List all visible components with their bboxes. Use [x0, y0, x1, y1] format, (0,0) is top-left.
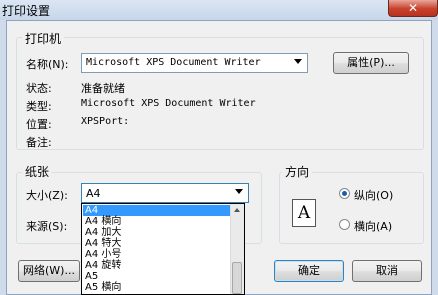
- paper-size-value: A4: [86, 187, 101, 200]
- status-value: 准备就绪: [81, 82, 125, 95]
- network-button[interactable]: 网络(W)...: [18, 260, 80, 282]
- cancel-button-label: 取消: [376, 264, 398, 277]
- paper-size-label: 大小(Z):: [26, 189, 68, 202]
- dropdown-option[interactable]: A4 特大: [83, 238, 233, 249]
- dropdown-option[interactable]: A4 小号: [83, 249, 233, 260]
- chevron-down-icon[interactable]: [235, 189, 243, 194]
- ok-button[interactable]: 确定: [274, 260, 344, 282]
- close-button[interactable]: ✕: [388, 0, 438, 17]
- cancel-button[interactable]: 取消: [352, 260, 422, 282]
- properties-button-label: 属性(P)...: [347, 56, 395, 69]
- paper-size-select[interactable]: A4: [81, 183, 249, 203]
- printer-name-value: Microsoft XPS Document Writer: [86, 57, 261, 68]
- paper-group-label: 纸张: [22, 163, 53, 180]
- landscape-radio[interactable]: [339, 219, 350, 230]
- dropdown-option[interactable]: A4 横向: [83, 216, 233, 227]
- chevron-down-icon[interactable]: [294, 59, 302, 64]
- portrait-page-icon: A: [292, 199, 316, 227]
- printer-name-label: 名称(N):: [26, 58, 69, 71]
- dropdown-option[interactable]: A5: [83, 271, 233, 282]
- scroll-up-icon[interactable]: [234, 208, 240, 212]
- location-value: XPSPort:: [81, 116, 130, 127]
- window-title: 打印设置: [2, 4, 51, 18]
- ok-button-label: 确定: [298, 264, 320, 277]
- dropdown-option[interactable]: A4: [83, 205, 233, 216]
- printer-group-label: 打印机: [22, 30, 65, 47]
- status-label: 状态:: [26, 82, 52, 95]
- orientation-group-label: 方向: [282, 163, 313, 180]
- scroll-thumb[interactable]: [232, 262, 242, 294]
- network-button-label: 网络(W)...: [23, 264, 75, 277]
- landscape-label[interactable]: 横向(A): [354, 218, 392, 234]
- comment-label: 备注:: [26, 136, 52, 149]
- properties-button[interactable]: 属性(P)...: [333, 52, 409, 74]
- paper-source-label: 来源(S):: [26, 220, 68, 233]
- dropdown-option[interactable]: A5 横向: [83, 282, 233, 293]
- title-bar[interactable]: 打印设置 ✕: [0, 0, 438, 20]
- printer-name-select[interactable]: Microsoft XPS Document Writer: [81, 53, 308, 73]
- type-label: 类型:: [26, 100, 52, 113]
- location-label: 位置:: [26, 118, 52, 131]
- dropdown-scrollbar[interactable]: [230, 204, 244, 294]
- paper-size-dropdown[interactable]: A4 A4 横向 A4 加大 A4 特大 A4 小号 A4 旋转 A5 A5 横…: [81, 203, 245, 295]
- dropdown-option[interactable]: A4 加大: [83, 227, 233, 238]
- portrait-radio[interactable]: [339, 188, 350, 199]
- type-value: Microsoft XPS Document Writer: [81, 98, 256, 109]
- close-icon: ✕: [407, 1, 419, 15]
- dropdown-option[interactable]: A4 旋转: [83, 260, 233, 271]
- portrait-label[interactable]: 纵向(O): [354, 187, 393, 203]
